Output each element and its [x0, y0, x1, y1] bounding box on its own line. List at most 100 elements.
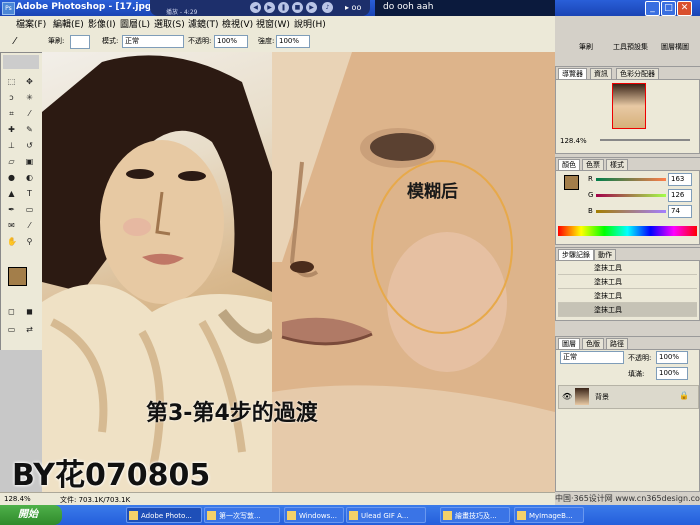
tab-swatches[interactable]: 色票 — [582, 159, 604, 170]
b-value[interactable]: 74 — [668, 205, 692, 218]
shape-tool-icon[interactable]: ▭ — [25, 205, 34, 214]
tab-navigator[interactable]: 導覽器 — [558, 68, 587, 79]
strength-input[interactable]: 100% — [276, 35, 310, 48]
tab-color[interactable]: 顏色 — [558, 159, 580, 170]
history-brush-icon[interactable]: ↺ — [25, 141, 34, 150]
brush-picker[interactable] — [70, 35, 90, 49]
tab-styles[interactable]: 樣式 — [606, 159, 628, 170]
task-ulead[interactable]: Ulead GIF A... — [346, 507, 426, 523]
stop-icon[interactable]: ■ — [292, 2, 303, 13]
task-photoshop[interactable]: Adobe Photo... — [126, 507, 202, 523]
eye-icon[interactable]: 👁 — [562, 392, 572, 401]
tab-channels[interactable]: 色版 — [582, 338, 604, 349]
layer-fill-input[interactable]: 100% — [656, 367, 688, 380]
eraser-tool-icon[interactable]: ▱ — [7, 157, 16, 166]
task-icon — [207, 511, 216, 520]
tab-histogram[interactable]: 色彩分配器 — [616, 68, 659, 79]
task-windows[interactable]: Windows... — [284, 507, 344, 523]
marquee-tool-icon[interactable]: ⬚ — [7, 77, 16, 86]
magic-wand-tool-icon[interactable]: ✳ — [25, 93, 34, 102]
previous-icon[interactable]: ◀ — [250, 2, 261, 13]
lasso-tool-icon[interactable]: ↄ — [7, 93, 16, 102]
jump-to-imageready-icon[interactable]: ⇄ — [25, 325, 34, 334]
smudge-tool-icon[interactable]: ⁄ — [14, 36, 16, 47]
brush-label: 筆刷: — [48, 37, 65, 45]
pause-icon[interactable]: ❚ — [278, 2, 289, 13]
layer-blend-mode[interactable]: 正常 — [560, 351, 624, 364]
r-slider[interactable] — [596, 178, 666, 181]
menu-file[interactable]: 檔案(F) — [16, 17, 46, 30]
healing-brush-icon[interactable]: ✚ — [7, 125, 16, 134]
standard-mode-icon[interactable]: ◻ — [7, 307, 16, 316]
task-label: 第一次写敦... — [219, 512, 261, 520]
g-value[interactable]: 126 — [668, 189, 692, 202]
close-button[interactable]: ✕ — [677, 1, 692, 16]
eyedropper-tool-icon[interactable]: ⁄ — [25, 221, 34, 230]
history-item[interactable]: 塗抹工具 — [558, 261, 697, 275]
blur-tool-icon[interactable]: ● — [7, 173, 16, 182]
signature-text: BY花070805 — [12, 458, 211, 493]
quickmask-mode-icon[interactable]: ◼ — [25, 307, 34, 316]
hand-tool-icon[interactable]: ✋ — [7, 237, 17, 246]
menu-layer[interactable]: 圖層(L) — [120, 17, 150, 30]
layers-panel: 圖層 色版 路徑 正常 不透明: 100% 填滿: 100% 👁 背景 🔒 — [555, 336, 700, 492]
folder-icon — [287, 511, 296, 520]
tab-paths[interactable]: 路徑 — [606, 338, 628, 349]
maximize-button[interactable]: □ — [661, 1, 676, 16]
history-item[interactable]: 塗抹工具 — [558, 289, 697, 303]
crop-tool-icon[interactable]: ⌗ — [7, 109, 16, 118]
volume-icon[interactable]: ♪ — [322, 2, 333, 13]
opacity-input[interactable]: 100% — [214, 35, 248, 48]
navigator-zoom-slider[interactable] — [600, 139, 690, 141]
menu-select[interactable]: 選取(S) — [154, 17, 185, 30]
type-tool-icon[interactable]: T — [25, 189, 34, 198]
minimize-button[interactable]: _ — [645, 1, 660, 16]
next-icon[interactable]: ▶ — [306, 2, 317, 13]
color-ramp[interactable] — [558, 226, 697, 236]
screen-mode-icon[interactable]: ▭ — [7, 325, 16, 334]
color-fg-swatch[interactable] — [564, 175, 579, 190]
move-tool-icon[interactable]: ✥ — [25, 77, 34, 86]
tab-info[interactable]: 資訊 — [590, 68, 612, 79]
path-select-icon[interactable]: ▲ — [7, 189, 16, 198]
layer-opacity-input[interactable]: 100% — [656, 351, 688, 364]
tab-history[interactable]: 步驟記錄 — [558, 249, 594, 260]
history-item-current[interactable]: 塗抹工具 — [558, 303, 697, 317]
foreground-color-swatch[interactable] — [8, 267, 27, 286]
dodge-tool-icon[interactable]: ◐ — [25, 173, 34, 182]
task-myimage[interactable]: MyImageB... — [514, 507, 584, 523]
menu-image[interactable]: 影像(I) — [88, 17, 116, 30]
g-slider[interactable] — [596, 194, 666, 197]
menu-window[interactable]: 視窗(W) — [256, 17, 290, 30]
task-blog[interactable]: 第一次写敦... — [204, 507, 280, 523]
play-icon[interactable]: ▶ — [264, 2, 275, 13]
start-button[interactable]: 開始 — [0, 505, 62, 525]
task-icon — [517, 511, 526, 520]
slice-tool-icon[interactable]: ⁄ — [25, 109, 34, 118]
menu-view[interactable]: 檢視(V) — [222, 17, 253, 30]
navigator-panel: 導覽器 資訊 色彩分配器 128.4% — [555, 66, 700, 154]
tab-layers[interactable]: 圖層 — [558, 338, 580, 349]
pen-tool-icon[interactable]: ✒ — [7, 205, 16, 214]
menu-edit[interactable]: 編輯(E) — [53, 17, 84, 30]
media-player: ◀ ▶ ❚ ■ ▶ ♪ 播放 - 4:29 ▸ oo — [150, 0, 370, 16]
tab-actions[interactable]: 動作 — [594, 249, 616, 260]
gradient-tool-icon[interactable]: ▣ — [25, 157, 34, 166]
mode-select[interactable]: 正常 — [122, 35, 184, 48]
menu-help[interactable]: 說明(H) — [294, 17, 326, 30]
task-painting[interactable]: 繪畫技巧及... — [440, 507, 510, 523]
r-value[interactable]: 163 — [668, 173, 692, 186]
navigator-thumbnail[interactable] — [612, 83, 646, 129]
zoom-tool-icon[interactable]: ⚲ — [25, 237, 34, 246]
notes-tool-icon[interactable]: ✉ — [7, 221, 16, 230]
layer-row-background[interactable]: 👁 背景 🔒 — [558, 385, 699, 409]
b-slider[interactable] — [596, 210, 666, 213]
brush-tool-icon[interactable]: ✎ — [25, 125, 34, 134]
menu-filter[interactable]: 濾鏡(T) — [188, 17, 219, 30]
tab-layer-comps[interactable]: 圖層構圖 — [661, 42, 689, 52]
g-label: G — [588, 191, 594, 199]
clone-stamp-icon[interactable]: ⊥ — [7, 141, 16, 150]
tab-brushes[interactable]: 筆刷 — [579, 42, 593, 52]
tab-tool-presets[interactable]: 工具預設集 — [613, 42, 648, 52]
history-item[interactable]: 塗抹工具 — [558, 275, 697, 289]
